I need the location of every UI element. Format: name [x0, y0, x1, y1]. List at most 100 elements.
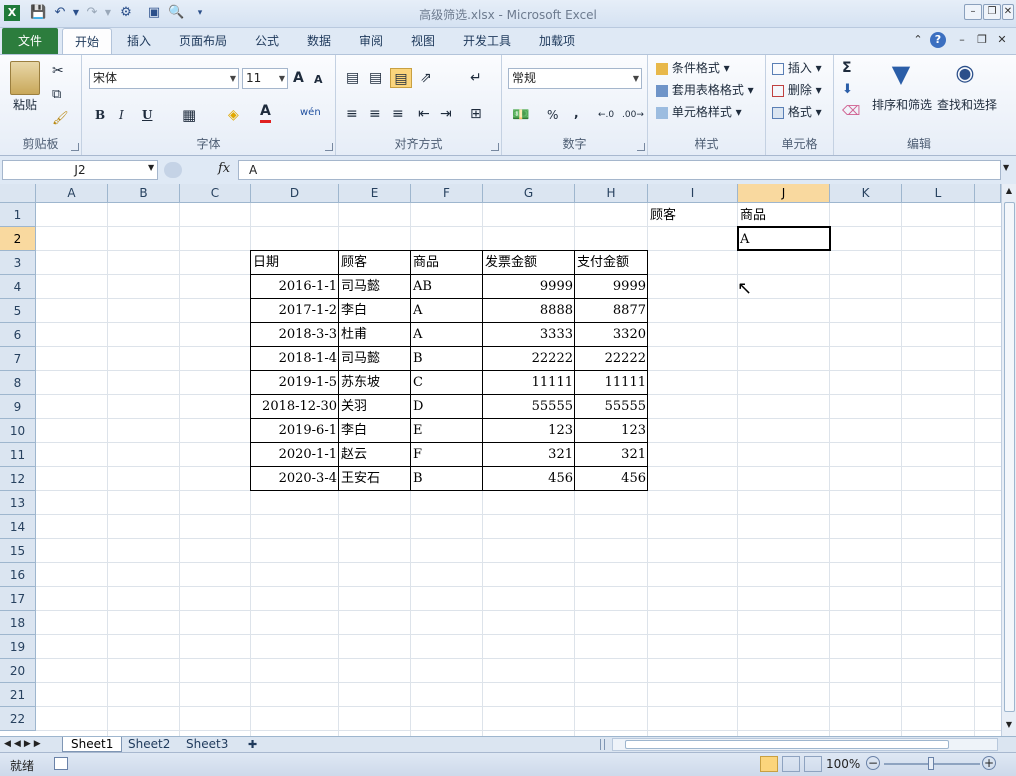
tab-data[interactable]: 数据 — [295, 28, 343, 54]
row-header-18[interactable]: 18 — [0, 611, 36, 635]
scroll-up-icon[interactable]: ▲ — [1003, 186, 1015, 198]
row-header-5[interactable]: 5 — [0, 299, 36, 323]
format-as-table-button[interactable]: 套用表格格式 ▾ — [656, 80, 754, 100]
table-cell[interactable]: 2020-1-1 — [251, 442, 339, 466]
criteria-header-product[interactable]: 商品 — [738, 203, 830, 227]
table-cell[interactable]: 司马懿 — [339, 346, 411, 370]
increase-indent-icon[interactable]: ⇥ — [440, 104, 452, 124]
phonetic-button[interactable]: wén — [300, 103, 321, 123]
close-button[interactable]: ✕ — [1002, 4, 1014, 20]
row-header-21[interactable]: 21 — [0, 683, 36, 707]
table-header-cell[interactable]: 商品 — [411, 250, 483, 274]
conditional-format-button[interactable]: 条件格式 ▾ — [656, 58, 730, 78]
row-header-7[interactable]: 7 — [0, 347, 36, 371]
insert-sheet-icon[interactable]: ✚ — [240, 737, 265, 752]
table-cell[interactable]: F — [411, 442, 483, 466]
table-cell[interactable]: 2019-6-1 — [251, 418, 339, 442]
table-header-cell[interactable]: 支付金额 — [575, 250, 648, 274]
table-cell[interactable]: 8877 — [575, 298, 648, 322]
paste-label[interactable]: 粘贴 — [13, 95, 37, 115]
table-cell[interactable]: D — [411, 394, 483, 418]
column-header-j[interactable]: J — [738, 184, 830, 203]
row-header-10[interactable]: 10 — [0, 419, 36, 443]
delete-cells-button[interactable]: 删除 ▾ — [772, 80, 822, 100]
row-header-1[interactable]: 1 — [0, 203, 36, 227]
table-cell[interactable]: 22222 — [483, 346, 575, 370]
tab-addins[interactable]: 加载项 — [527, 28, 587, 54]
border-icon[interactable]: ▦ — [182, 105, 196, 125]
align-right-icon[interactable]: ≡ — [392, 104, 404, 124]
align-left-icon[interactable]: ≡ — [346, 104, 358, 124]
table-cell[interactable]: 李白 — [339, 418, 411, 442]
insert-cells-button[interactable]: 插入 ▾ — [772, 58, 822, 78]
zoom-out-icon[interactable]: − — [866, 756, 880, 770]
tab-developer[interactable]: 开发工具 — [451, 28, 523, 54]
name-box-chevron-down-icon[interactable]: ▼ — [148, 163, 154, 172]
row-header-16[interactable]: 16 — [0, 563, 36, 587]
table-cell[interactable]: 司马懿 — [339, 274, 411, 298]
grow-font-button[interactable]: A — [293, 68, 304, 88]
row-header-3[interactable]: 3 — [0, 251, 36, 275]
row-header-19[interactable]: 19 — [0, 635, 36, 659]
table-cell[interactable]: B — [411, 346, 483, 370]
table-cell[interactable]: 123 — [483, 418, 575, 442]
table-cell[interactable]: 8888 — [483, 298, 575, 322]
table-cell[interactable]: 2020-3-4 — [251, 466, 339, 490]
column-header-e[interactable]: E — [339, 184, 411, 203]
sort-filter-icon[interactable]: ▼ — [886, 59, 916, 89]
format-painter-icon[interactable]: 🖌 — [52, 109, 69, 129]
font-color-button[interactable]: A — [260, 103, 271, 123]
minimize-button[interactable]: – — [964, 4, 982, 20]
copy-icon[interactable]: ⧉ — [52, 85, 61, 105]
align-middle-icon[interactable]: ▤ — [369, 68, 382, 88]
decrease-indent-icon[interactable]: ⇤ — [418, 104, 430, 124]
format-cells-button[interactable]: 格式 ▾ — [772, 102, 822, 122]
font-launcher-icon[interactable] — [325, 143, 333, 151]
tab-split-handle[interactable] — [600, 739, 605, 750]
comma-button[interactable]: , — [574, 103, 579, 123]
tab-review[interactable]: 审阅 — [347, 28, 395, 54]
row-header-15[interactable]: 15 — [0, 539, 36, 563]
fill-icon[interactable]: ⬇ — [842, 80, 853, 100]
row-header-11[interactable]: 11 — [0, 443, 36, 467]
table-cell[interactable]: 2018-1-4 — [251, 346, 339, 370]
column-header-f[interactable]: F — [411, 184, 483, 203]
table-cell[interactable]: 55555 — [575, 394, 648, 418]
row-header-9[interactable]: 9 — [0, 395, 36, 419]
column-header-a[interactable]: A — [36, 184, 108, 203]
sheet-tab-sheet1[interactable]: Sheet1 — [62, 737, 123, 752]
table-cell[interactable]: E — [411, 418, 483, 442]
cell-styles-button[interactable]: 单元格样式 ▾ — [656, 102, 742, 122]
merge-center-icon[interactable]: ⊞ — [470, 104, 482, 124]
row-header-13[interactable]: 13 — [0, 491, 36, 515]
column-header-d[interactable]: D — [251, 184, 339, 203]
select-all-button[interactable] — [0, 184, 36, 203]
table-cell[interactable]: 456 — [483, 466, 575, 490]
column-header-g[interactable]: G — [483, 184, 575, 203]
formula-bar-handle-icon[interactable] — [164, 162, 182, 178]
percent-button[interactable]: % — [547, 105, 558, 125]
zoom-slider-thumb[interactable] — [928, 757, 934, 770]
row-header-6[interactable]: 6 — [0, 323, 36, 347]
row-header-8[interactable]: 8 — [0, 371, 36, 395]
table-cell[interactable]: 苏东坡 — [339, 370, 411, 394]
collapse-ribbon-icon[interactable]: ⌃ — [910, 32, 926, 48]
table-cell[interactable]: 2016-1-1 — [251, 274, 339, 298]
table-cell[interactable]: 王安石 — [339, 466, 411, 490]
scroll-down-icon[interactable]: ▼ — [1003, 720, 1015, 732]
macro-record-icon[interactable] — [54, 757, 68, 770]
active-cell-outline[interactable] — [737, 226, 831, 251]
vertical-scroll-thumb[interactable] — [1004, 202, 1015, 712]
sheet-tab-sheet2[interactable]: Sheet2 — [120, 737, 178, 752]
table-cell[interactable]: 李白 — [339, 298, 411, 322]
table-cell[interactable]: A — [411, 322, 483, 346]
tab-file[interactable]: 文件 — [2, 28, 58, 54]
column-header-c[interactable]: C — [180, 184, 251, 203]
row-header-22[interactable]: 22 — [0, 707, 36, 731]
table-cell[interactable]: 321 — [575, 442, 648, 466]
decrease-decimal-icon[interactable]: .00→ — [622, 105, 644, 125]
binoculars-icon[interactable]: ◉ — [950, 59, 980, 89]
row-header-4[interactable]: 4 — [0, 275, 36, 299]
formula-input[interactable]: A — [238, 160, 1001, 180]
orientation-icon[interactable]: ⇗ — [420, 68, 432, 88]
